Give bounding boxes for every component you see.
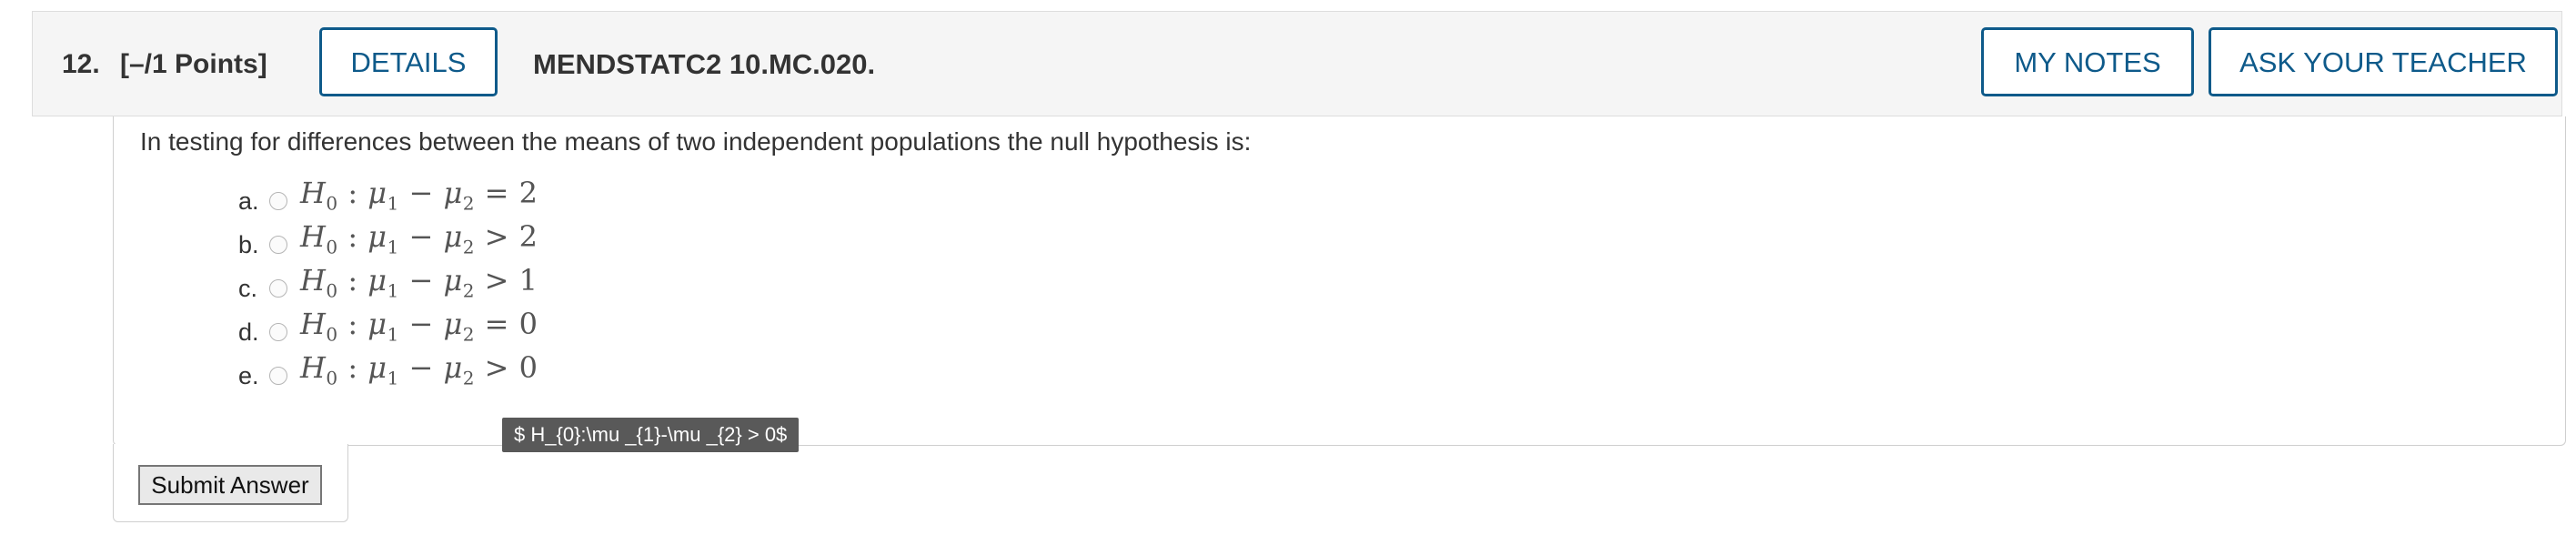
choice-letter: d. [238,318,259,346]
choice-e[interactable]: e. H0 : μ1 − μ2 > 0 [238,348,566,391]
choice-operator: > [484,218,509,254]
choice-operator: = [484,306,509,341]
radio-button[interactable] [269,236,287,254]
choice-value: 0 [518,349,538,385]
radio-button[interactable] [269,367,287,385]
choice-d[interactable]: d. H0 : μ1 − μ2 = 0 [238,304,566,348]
choice-letter: e. [238,361,259,389]
ask-your-teacher-button[interactable]: ASK YOUR TEACHER [2209,27,2558,96]
choice-operator: > [484,262,509,298]
choice-letter: b. [238,230,259,258]
radio-button[interactable] [269,323,287,341]
choice-letter: a. [238,187,259,215]
choice-a[interactable]: a. H0 : μ1 − μ2 = 2 [238,173,566,217]
choice-formula: H0 : μ1 − μ2 = 0 [300,306,538,346]
question-code: MENDSTATC2 10.MC.020. [533,48,876,80]
question-prompt: In testing for differences between the m… [140,127,1252,156]
choice-value: 2 [518,175,538,210]
choice-letter: c. [238,274,258,302]
math-source-tooltip: $ H_{0}:\mu _{1}-\mu _{2} > 0$ [502,418,800,452]
choice-formula: H0 : μ1 − μ2 > 2 [300,218,538,258]
choice-value: 2 [518,218,538,254]
radio-button[interactable] [269,192,287,210]
radio-button[interactable] [269,279,287,298]
choice-formula: H0 : μ1 − μ2 = 2 [300,175,538,215]
choice-value: 0 [518,306,538,341]
choice-b[interactable]: b. H0 : μ1 − μ2 > 2 [238,217,566,260]
question-points: [–/1 Points] [120,49,267,79]
choice-formula: H0 : μ1 − μ2 > 0 [300,349,538,389]
my-notes-button[interactable]: MY NOTES [1981,27,2194,96]
details-button[interactable]: DETAILS [319,27,498,96]
question-number: 12. [62,49,100,79]
submit-answer-button[interactable]: Submit Answer [138,465,322,505]
choice-formula: H0 : μ1 − μ2 > 1 [300,262,538,302]
choice-value: 1 [518,262,538,298]
choice-c[interactable]: c. H0 : μ1 − μ2 > 1 [238,260,566,304]
choice-operator: = [484,175,509,210]
question-header: 12. [–/1 Points] DETAILS MENDSTATC2 10.M… [32,11,2562,116]
choice-operator: > [484,349,509,385]
